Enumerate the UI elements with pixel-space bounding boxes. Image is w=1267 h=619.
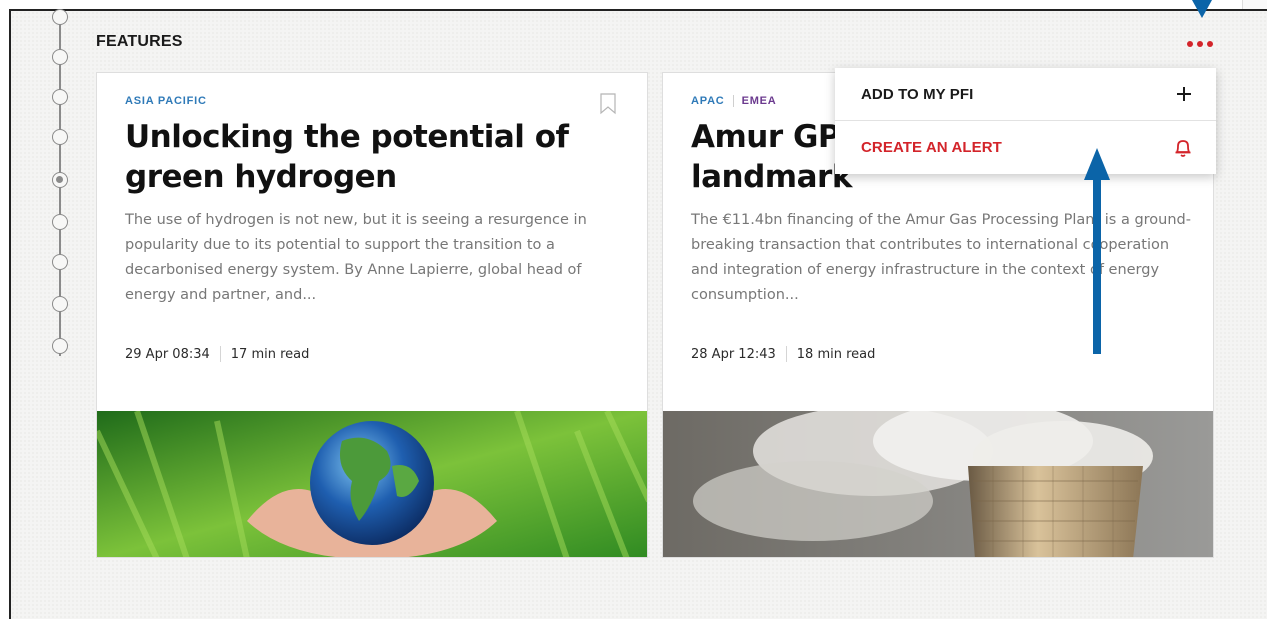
dot-icon	[1187, 41, 1193, 47]
card-read-time: 18 min read	[796, 346, 876, 362]
more-options-button[interactable]	[1180, 36, 1220, 52]
menu-item-label: CREATE AN ALERT	[861, 139, 1002, 156]
card-title[interactable]: Unlocking the potential of green hydroge…	[125, 117, 625, 197]
timeline-node[interactable]	[52, 254, 68, 270]
card-date: 29 Apr 08:34	[125, 346, 210, 362]
bell-icon	[1175, 139, 1191, 157]
region-tag[interactable]: ASIA PACIFIC	[125, 95, 207, 107]
timeline-node-active[interactable]	[52, 172, 68, 188]
meta-divider	[785, 346, 787, 362]
dot-icon	[1207, 41, 1213, 47]
card-description: The use of hydrogen is not new, but it i…	[125, 212, 587, 303]
region-tag[interactable]: EMEA	[742, 95, 777, 107]
plus-icon	[1177, 87, 1191, 101]
card-description: The €11.4bn financing of the Amur Gas Pr…	[691, 212, 1191, 303]
card-read-time: 17 min read	[230, 346, 310, 362]
menu-item-label: ADD TO MY PFI	[861, 85, 974, 103]
article-card[interactable]: ASIA PACIFIC Unlocking the potential of …	[96, 72, 648, 558]
timeline-node[interactable]	[52, 129, 68, 145]
hands-holding-earth-image[interactable]	[97, 411, 647, 557]
bookmark-icon[interactable]	[599, 93, 617, 115]
timeline-node[interactable]	[52, 338, 68, 354]
card-meta: 29 Apr 08:34 17 min read	[125, 346, 309, 362]
tag-divider	[732, 95, 734, 107]
dot-icon	[1197, 41, 1203, 47]
card-meta: 28 Apr 12:43 18 min read	[691, 346, 875, 362]
annotation-arrow-up-icon	[1084, 148, 1110, 354]
card-date: 28 Apr 12:43	[691, 346, 776, 362]
timeline	[49, 9, 71, 371]
card-tags: ASIA PACIFIC	[125, 95, 207, 107]
timeline-node[interactable]	[52, 296, 68, 312]
timeline-node[interactable]	[52, 49, 68, 65]
cooling-tower-illustration	[663, 411, 1213, 557]
timeline-node[interactable]	[52, 214, 68, 230]
region-tag[interactable]: APAC	[691, 95, 725, 107]
timeline-node[interactable]	[52, 89, 68, 105]
section-title: FEATURES	[96, 33, 183, 50]
meta-divider	[219, 346, 221, 362]
timeline-node[interactable]	[52, 9, 68, 25]
add-to-my-pfi-menu-item[interactable]: ADD TO MY PFI	[835, 68, 1216, 121]
options-dropdown-menu: ADD TO MY PFI CREATE AN ALERT	[835, 68, 1216, 174]
earth-illustration	[97, 411, 647, 557]
annotation-arrow-down-icon	[1192, 0, 1212, 18]
cooling-tower-image[interactable]	[663, 411, 1213, 557]
create-an-alert-menu-item[interactable]: CREATE AN ALERT	[835, 121, 1216, 174]
card-tags: APAC EMEA	[691, 95, 777, 107]
